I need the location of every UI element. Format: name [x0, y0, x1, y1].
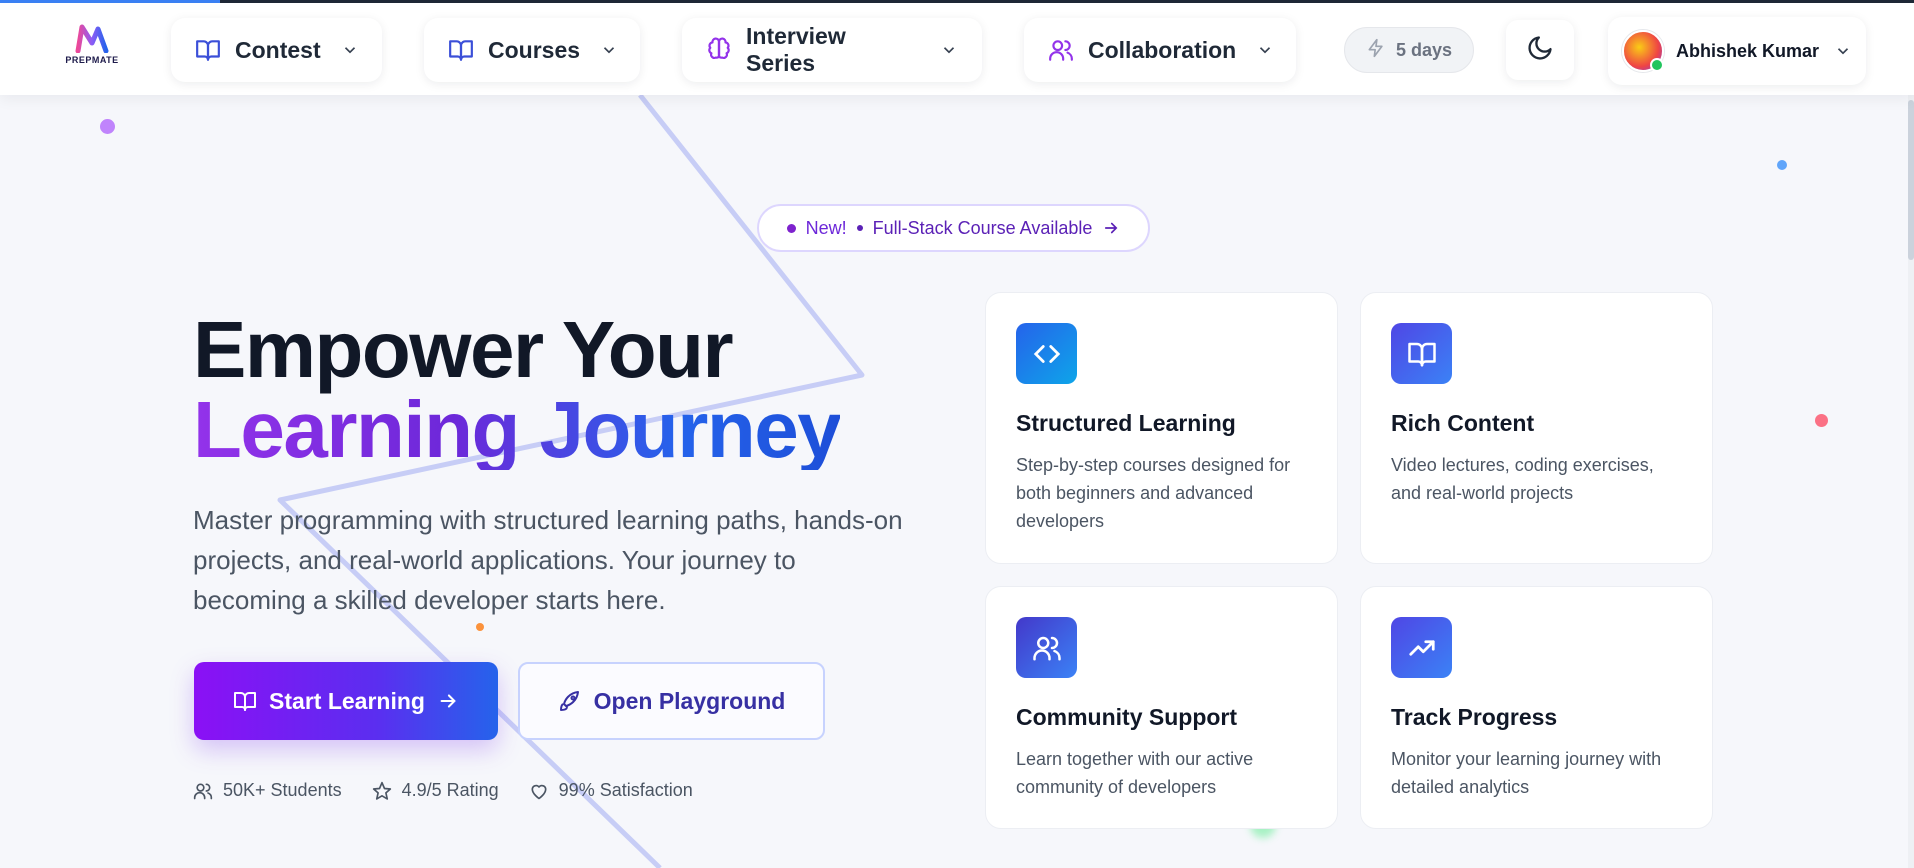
feature-description: Learn together with our active community…	[1016, 749, 1254, 797]
nav-collaboration[interactable]: Collaboration	[1024, 18, 1296, 82]
users-icon	[193, 781, 213, 801]
stat-students: 50K+ Students	[193, 780, 342, 801]
feature-description: Step-by-step courses designed for both b…	[1016, 455, 1291, 531]
chevron-down-icon	[341, 41, 359, 59]
chevron-down-icon	[1256, 41, 1274, 59]
feature-card-community-support: Community Support Learn together with ou…	[985, 586, 1338, 829]
brain-icon	[706, 37, 732, 63]
code-icon	[1016, 323, 1077, 384]
book-open-icon	[448, 37, 474, 63]
user-menu-button[interactable]: Abhishek Kumar	[1608, 17, 1866, 85]
chevron-down-icon	[940, 41, 958, 59]
nav-interview-series[interactable]: Interview Series	[682, 18, 982, 82]
trending-up-icon	[1391, 617, 1452, 678]
hero-title: Empower Your Learning Journey	[193, 305, 842, 474]
hero-stats: 50K+ Students 4.9/5 Rating 99% Satisfact…	[193, 780, 693, 801]
hero-title-line1: Empower Your	[193, 305, 734, 394]
chevron-down-icon	[600, 41, 618, 59]
feature-title: Track Progress	[1391, 704, 1558, 730]
badge-dot	[786, 223, 796, 233]
badge-text: Full-Stack Course Available	[872, 217, 1093, 238]
scrollbar-thumb[interactable]	[1908, 100, 1914, 260]
book-open-icon	[195, 37, 221, 63]
stat-rating-label: 4.9/5 Rating	[401, 780, 499, 800]
feature-title: Structured Learning	[1016, 410, 1236, 436]
nav-contest[interactable]: Contest	[171, 18, 382, 82]
hero-description: Master programming with structured learn…	[193, 505, 903, 615]
start-learning-button[interactable]: Start Learning	[194, 662, 498, 740]
users-icon	[1048, 37, 1074, 63]
streak-label: 5 days	[1395, 39, 1453, 60]
online-status-dot	[1650, 58, 1664, 72]
users-icon	[1016, 617, 1077, 678]
lightning-icon	[1366, 37, 1386, 64]
nav-courses[interactable]: Courses	[424, 18, 640, 82]
hero-title-line2: Learning Journey	[193, 385, 842, 474]
start-learning-label: Start Learning	[269, 687, 425, 714]
feature-title: Rich Content	[1391, 410, 1535, 436]
feature-card-track-progress: Track Progress Monitor your learning jou…	[1360, 586, 1713, 829]
decorative-dot	[1815, 414, 1828, 427]
nav-courses-label: Courses	[488, 36, 581, 63]
open-playground-button[interactable]: Open Playground	[518, 662, 825, 740]
nav-collaboration-label: Collaboration	[1088, 36, 1237, 63]
logo-mark-icon	[75, 24, 109, 53]
logo-text: PREPMATE	[65, 55, 119, 65]
star-icon	[372, 781, 392, 801]
open-playground-label: Open Playground	[593, 687, 786, 714]
app-logo[interactable]: PREPMATE	[60, 23, 124, 75]
nav-contest-label: Contest	[235, 36, 321, 63]
streak-badge[interactable]: 5 days	[1344, 27, 1474, 73]
nav-interview-series-label: Interview Series	[746, 23, 846, 76]
decorative-dot	[1777, 160, 1787, 170]
feature-card-rich-content: Rich Content Video lectures, coding exer…	[1360, 292, 1713, 564]
feature-description: Monitor your learning journey with detai…	[1391, 749, 1662, 797]
chevron-down-icon	[1834, 42, 1852, 60]
stat-satisfaction-label: 99% Satisfaction	[558, 780, 693, 800]
decorative-dot	[476, 623, 484, 631]
top-navbar: PREPMATE Contest Courses Interview Serie…	[0, 3, 1914, 95]
user-name: Abhishek Kumar	[1676, 40, 1820, 61]
arrow-right-icon	[1102, 219, 1120, 237]
badge-new-label: New!	[805, 217, 847, 238]
announcement-badge[interactable]: New! Full-Stack Course Available	[757, 204, 1150, 252]
badge-separator	[856, 225, 863, 231]
stat-satisfaction: 99% Satisfaction	[529, 780, 693, 801]
arrow-right-icon	[437, 690, 459, 712]
book-open-icon	[1391, 323, 1452, 384]
moon-icon	[1526, 34, 1554, 67]
feature-title: Community Support	[1016, 704, 1238, 730]
rocket-icon	[558, 689, 582, 713]
decorative-dot	[100, 119, 115, 134]
heart-icon	[529, 781, 549, 801]
feature-card-structured-learning: Structured Learning Step-by-step courses…	[985, 292, 1338, 564]
stat-students-label: 50K+ Students	[223, 780, 342, 800]
stat-rating: 4.9/5 Rating	[372, 780, 499, 801]
avatar	[1622, 30, 1664, 72]
theme-toggle-button[interactable]	[1506, 20, 1574, 80]
book-open-icon	[233, 689, 257, 713]
feature-description: Video lectures, coding exercises, and re…	[1391, 455, 1654, 503]
